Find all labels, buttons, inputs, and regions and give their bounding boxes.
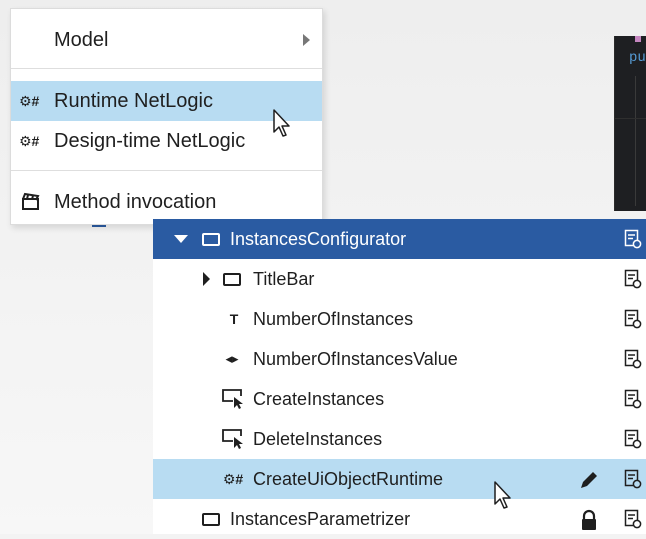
menu-item-method-invocation[interactable]: Method invocation (11, 182, 322, 222)
tree-row-label: NumberOfInstances (253, 308, 414, 329)
properties-icon[interactable] (624, 509, 642, 529)
tree-row-label: DeleteInstances (253, 428, 383, 449)
menu-separator (11, 68, 322, 69)
properties-icon[interactable] (624, 269, 642, 289)
tree-row-number-of-instances[interactable]: T NumberOfInstances (153, 299, 646, 339)
project-tree: InstancesConfigurator TitleBar T NumberO… (153, 219, 646, 534)
properties-icon[interactable] (624, 309, 642, 329)
lock-icon (582, 509, 596, 530)
tree-row-label: InstancesConfigurator (230, 228, 407, 249)
clapperboard-icon (21, 191, 41, 214)
mouse-cursor-icon (273, 109, 290, 137)
tree-row-label: InstancesParametrizer (230, 508, 411, 529)
tree-row-label: NumberOfInstancesValue (253, 348, 458, 369)
button-icon (222, 429, 243, 449)
tree-row-number-of-instances-value[interactable]: ◂▸ NumberOfInstancesValue (153, 339, 646, 379)
mouse-cursor-icon (494, 481, 511, 509)
tree-row-instances-configurator[interactable]: InstancesConfigurator (153, 219, 646, 259)
expand-caret-icon[interactable] (201, 259, 211, 299)
tree-row-label: CreateInstances (253, 388, 385, 409)
properties-icon[interactable] (624, 469, 642, 489)
tree-row-label: CreateUiObjectRuntime (253, 468, 444, 489)
pencil-icon[interactable] (578, 469, 600, 491)
text-icon: T (229, 311, 239, 327)
tree-row-label: TitleBar (253, 268, 315, 289)
code-editor-panel[interactable]: pu (614, 36, 646, 211)
menu-item-label: Design-time NetLogic (54, 129, 246, 152)
button-icon (222, 389, 243, 409)
submenu-arrow-icon (303, 34, 310, 46)
properties-icon[interactable] (624, 389, 642, 409)
menu-separator (11, 170, 322, 171)
code-editor-text: pu (629, 50, 646, 66)
netlogic-icon: ⚙# (19, 92, 40, 109)
tree-row-delete-instances[interactable]: DeleteInstances (153, 419, 646, 459)
expand-caret-icon[interactable] (173, 219, 189, 259)
spinbox-icon: ◂▸ (225, 351, 239, 366)
panel-icon (200, 219, 222, 259)
tree-row-create-instances[interactable]: CreateInstances (153, 379, 646, 419)
menu-item-label: Runtime NetLogic (54, 89, 213, 112)
netlogic-icon: ⚙# (19, 132, 40, 149)
tree-row-titlebar[interactable]: TitleBar (153, 259, 646, 299)
code-guide-line (635, 76, 636, 206)
netlogic-icon: ⚙# (222, 470, 244, 487)
tree-row-create-ui-object-runtime[interactable]: ⚙# CreateUiObjectRuntime (153, 459, 646, 499)
properties-icon[interactable] (624, 429, 642, 449)
menu-item-label: Model (54, 28, 109, 51)
panel-icon (221, 259, 243, 299)
code-accent-mark (635, 36, 641, 42)
menu-item-label: Method invocation (54, 190, 217, 213)
properties-icon[interactable] (624, 349, 642, 369)
panel-icon (200, 499, 222, 539)
code-divider (615, 118, 646, 119)
menu-item-model[interactable]: Model (11, 20, 322, 60)
tree-row-instances-parametrizer[interactable]: InstancesParametrizer (153, 499, 646, 539)
properties-icon[interactable] (624, 229, 642, 249)
